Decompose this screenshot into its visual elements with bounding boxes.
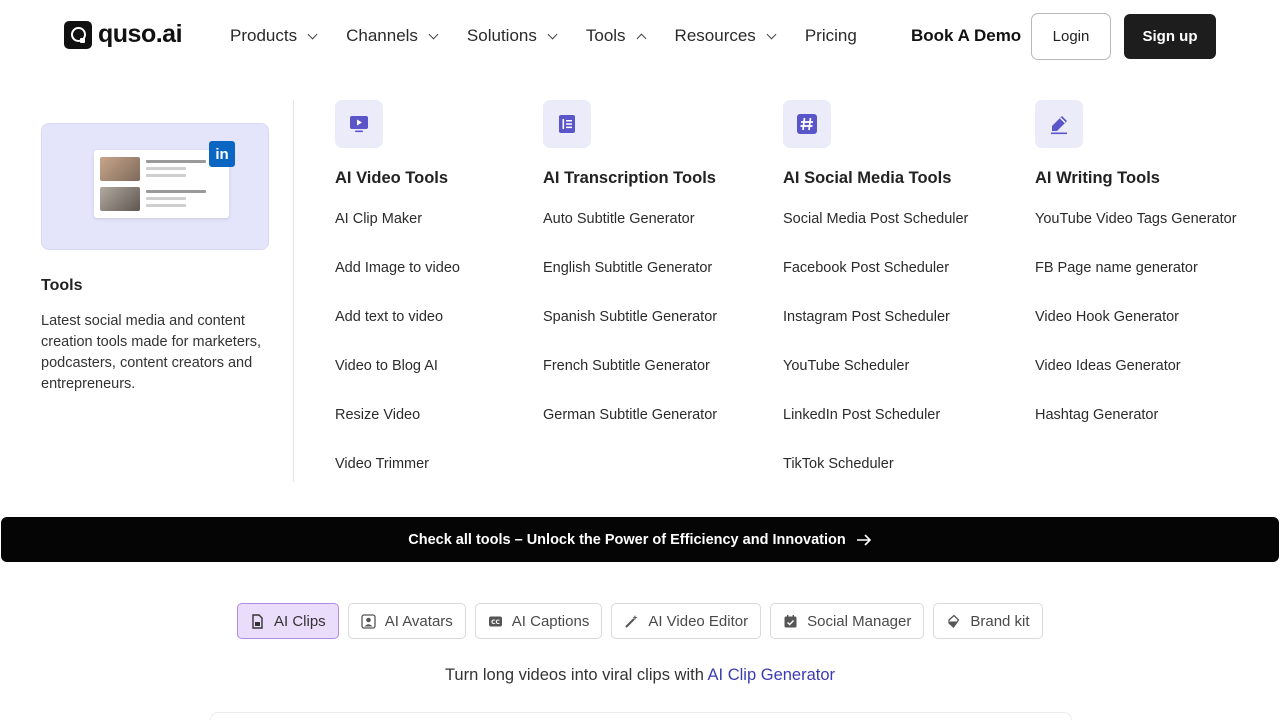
menu-link[interactable]: Spanish Subtitle Generator (543, 309, 717, 325)
promo-title: Tools (41, 277, 83, 294)
clip-file-icon (252, 613, 263, 629)
nav-label: Tools (585, 26, 626, 45)
preview-frame (210, 712, 1072, 720)
menu-divider (293, 100, 294, 482)
menu-link[interactable]: Video Hook Generator (1035, 309, 1179, 325)
nav-label: Products (230, 26, 298, 45)
tab-ai-clips[interactable]: AI Clips (237, 603, 339, 639)
logo-mark-icon (64, 20, 92, 49)
nav-products[interactable]: Products (230, 24, 318, 48)
tab-label: Brand kit (970, 612, 1030, 630)
menu-link[interactable]: YouTube Scheduler (783, 358, 909, 374)
tab-ai-video-editor[interactable]: AI Video Editor (611, 603, 762, 639)
nav-label: Pricing (804, 26, 857, 45)
feature-tabs: AI Clips AI Avatars CC AI Captions AI Vi… (237, 603, 1043, 639)
tagline: Turn long videos into viral clips with A… (0, 666, 1280, 685)
nav-tools[interactable]: Tools (585, 24, 646, 48)
menu-link[interactable]: FB Page name generator (1035, 260, 1198, 276)
tools-promo-card: in (41, 123, 269, 250)
check-all-tools-bar[interactable]: Check all tools – Unlock the Power of Ef… (1, 517, 1279, 562)
menu-link[interactable]: French Subtitle Generator (543, 358, 710, 374)
menu-link[interactable]: Facebook Post Scheduler (783, 260, 949, 276)
chevron-down-icon (547, 29, 558, 39)
tab-brand-kit[interactable]: Brand kit (933, 603, 1043, 639)
ai-clip-generator-link[interactable]: AI Clip Generator (708, 666, 835, 684)
nav-channels[interactable]: Channels (346, 24, 439, 48)
menu-link[interactable]: German Subtitle Generator (543, 407, 717, 423)
chevron-up-icon (636, 33, 646, 43)
column-title: AI Writing Tools (1035, 169, 1160, 187)
nav-resources[interactable]: Resources (674, 24, 777, 48)
tab-label: AI Avatars (384, 612, 453, 630)
calendar-check-icon (784, 614, 797, 627)
menu-link[interactable]: English Subtitle Generator (543, 260, 712, 276)
tab-label: AI Captions (511, 612, 590, 630)
arrow-right-icon (856, 533, 871, 546)
nav-pricing[interactable]: Pricing (805, 24, 857, 48)
tab-label: AI Clips (274, 612, 326, 630)
nav-label: Channels (346, 26, 418, 45)
menu-link[interactable]: Resize Video (335, 407, 420, 423)
menu-link[interactable]: Hashtag Generator (1035, 407, 1158, 423)
menu-column-social: AI Social Media Tools Social Media Post … (783, 100, 968, 472)
book-demo-link[interactable]: Book A Demo (911, 26, 1021, 46)
menu-link[interactable]: Video Ideas Generator (1035, 358, 1181, 374)
menu-link[interactable]: Video to Blog AI (335, 358, 438, 374)
menu-link[interactable]: TikTok Scheduler (783, 456, 894, 472)
preview-thumbnail (100, 157, 140, 181)
main-nav: Products Channels Solutions Tools Resour… (230, 24, 887, 48)
video-play-icon (335, 100, 383, 148)
menu-link[interactable]: Add Image to video (335, 260, 460, 276)
chevron-down-icon (428, 29, 439, 39)
nav-label: Resources (674, 26, 756, 45)
menu-link[interactable]: LinkedIn Post Scheduler (783, 407, 940, 423)
preview-row (100, 187, 224, 211)
cc-icon: CC (488, 616, 502, 626)
signup-button[interactable]: Sign up (1124, 14, 1216, 59)
preview-row (100, 157, 224, 181)
avatar-icon (361, 613, 376, 629)
tab-ai-avatars[interactable]: AI Avatars (347, 603, 466, 639)
tagline-text: Turn long videos into viral clips with (444, 666, 708, 684)
chevron-down-icon (307, 29, 318, 39)
magic-wand-icon (625, 614, 639, 628)
column-title: AI Transcription Tools (543, 169, 716, 187)
tab-ai-captions[interactable]: CC AI Captions (474, 603, 603, 639)
cta-text: Check all tools – Unlock the Power of Ef… (408, 531, 846, 548)
menu-column-writing: AI Writing Tools YouTube Video Tags Gene… (1035, 100, 1237, 423)
svg-text:CC: CC (491, 619, 500, 626)
top-header: quso.ai Products Channels Solutions Tool… (0, 0, 1280, 72)
nav-solutions[interactable]: Solutions (466, 24, 558, 48)
chevron-down-icon (766, 29, 777, 39)
menu-link[interactable]: AI Clip Maker (335, 211, 422, 227)
menu-column-transcription: AI Transcription Tools Auto Subtitle Gen… (543, 100, 717, 423)
hashtag-icon (783, 100, 831, 148)
logo-text: quso.ai (98, 20, 183, 48)
menu-link[interactable]: Social Media Post Scheduler (783, 211, 968, 227)
pencil-icon (1035, 100, 1083, 148)
preview-thumbnail (100, 187, 140, 211)
column-title: AI Social Media Tools (783, 169, 952, 187)
nav-label: Solutions (466, 26, 537, 45)
menu-link[interactable]: Auto Subtitle Generator (543, 211, 695, 227)
paint-bucket-icon (948, 614, 960, 628)
linkedin-icon: in (209, 141, 235, 167)
tab-label: AI Video Editor (648, 612, 749, 630)
menu-link[interactable]: Instagram Post Scheduler (783, 309, 950, 325)
menu-link[interactable]: Video Trimmer (335, 456, 429, 472)
login-button[interactable]: Login (1031, 13, 1111, 60)
menu-link[interactable]: YouTube Video Tags Generator (1035, 211, 1237, 227)
tab-social-manager[interactable]: Social Manager (770, 603, 925, 639)
menu-link[interactable]: Add text to video (335, 309, 443, 325)
promo-description: Latest social media and content creation… (41, 313, 262, 392)
document-icon (543, 100, 591, 148)
column-title: AI Video Tools (335, 169, 449, 187)
menu-column-video: AI Video Tools AI Clip Maker Add Image t… (335, 100, 460, 472)
tab-label: Social Manager (807, 612, 912, 630)
quso-logo[interactable]: quso.ai (64, 20, 183, 49)
